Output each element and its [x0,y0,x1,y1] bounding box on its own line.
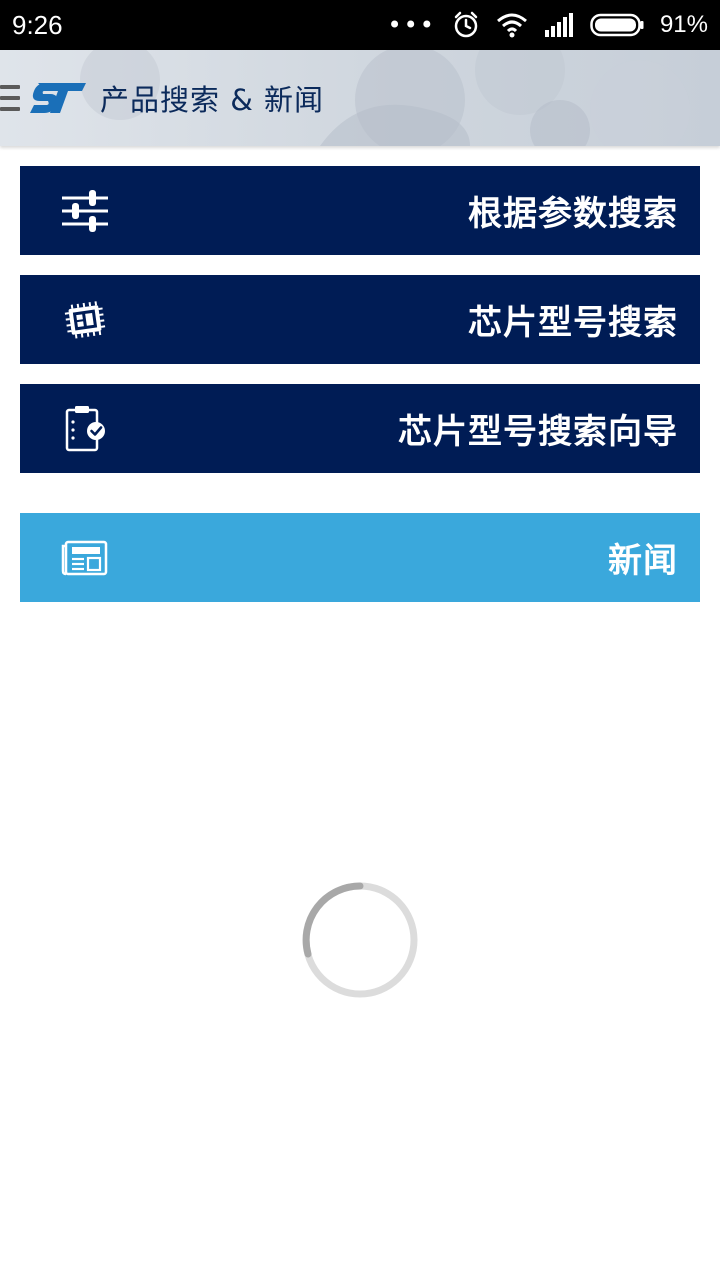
notification-dots: ••• [387,11,436,39]
parametric-search-button[interactable]: 根据参数搜索 [20,166,700,255]
button-label: 芯片型号搜索 [468,303,678,343]
status-bar: 9:26 ••• 91% [0,0,720,50]
button-label: 根据参数搜索 [468,194,678,234]
signal-icon [544,13,573,37]
loading-spinner [302,882,418,998]
status-icons: ••• 91% [387,11,708,39]
battery-percent: 91% [659,11,708,38]
app-bar: 产品搜索 & 新闻 [0,50,720,146]
menu-icon[interactable] [0,83,22,113]
wifi-icon [496,13,527,38]
news-icon [60,533,110,583]
battery-icon [590,13,644,37]
part-number-wizard-button[interactable]: 芯片型号搜索向导 [20,384,700,473]
clipboard-check-icon [60,404,110,454]
button-label: 新闻 [608,541,678,581]
sliders-icon [60,186,110,236]
chip-icon [60,295,110,345]
alarm-icon [454,11,478,38]
page-title: 产品搜索 & 新闻 [100,83,325,117]
button-label: 芯片型号搜索向导 [398,412,678,452]
status-time: 9:26 [12,9,63,40]
app-screen: 9:26 ••• 91% 产品搜索 & 新闻 根据参数搜索 芯片型号搜索 芯片型… [0,0,720,1280]
news-button[interactable]: 新闻 [20,513,700,602]
part-number-search-button[interactable]: 芯片型号搜索 [20,275,700,364]
st-logo [30,83,86,113]
